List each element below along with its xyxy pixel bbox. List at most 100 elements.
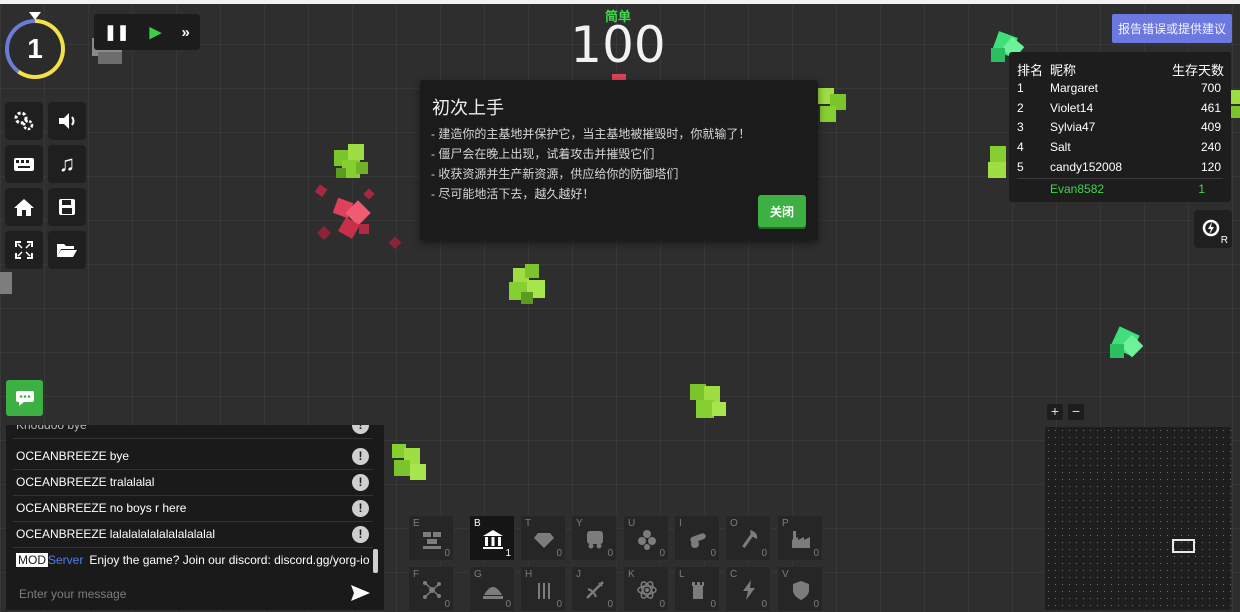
server-message: MOD Server Enjoy the game? Join our discor… [13,548,373,573]
music-note-icon: ♫ [58,151,76,176]
report-message-icon[interactable]: ! [352,448,369,465]
send-icon[interactable] [349,582,371,604]
report-message-icon[interactable]: ! [352,500,369,517]
days-survived: 120 [1200,160,1221,174]
tower-icon [692,582,704,599]
building-slot[interactable]: Y 0 [571,515,617,561]
tree-resource[interactable] [1230,84,1240,124]
atom-icon [637,581,657,599]
minimap[interactable] [1045,427,1231,610]
self-name: Evan8582 [1050,182,1105,196]
slot-key: T [525,518,532,529]
player-name: Sylvia47 [1050,120,1096,134]
building-slot[interactable]: T 0 [520,515,566,561]
building-slot[interactable]: F 0 [408,566,454,612]
wall-icon [423,532,441,549]
slot-count: 0 [556,599,562,610]
sound-button[interactable] [48,102,86,140]
building-slot[interactable]: V 0 [777,566,823,612]
load-button[interactable] [48,231,86,269]
chat-text: tralalalal [109,475,155,489]
home-button[interactable] [5,188,43,226]
zoom-in-button[interactable]: + [1047,404,1063,420]
building-slot[interactable]: I 0 [674,515,720,561]
server-name: Server [48,553,84,567]
tree-resource[interactable] [812,84,852,128]
save-button[interactable] [48,188,86,226]
slot-count: 0 [710,548,716,559]
building-slot[interactable]: L 0 [674,566,720,612]
report-bug-button[interactable]: 报告错误或提供建议 [1112,14,1232,43]
spikes-icon [538,583,550,599]
rank: 2 [1017,101,1024,115]
power-toggle-button[interactable]: R [1194,210,1232,248]
building-slot[interactable]: C 0 [725,566,771,612]
tree-resource[interactable] [986,142,1010,184]
minimap-viewport[interactable] [1172,539,1195,553]
building-slot[interactable]: B 1 [469,515,515,561]
tutorial-list: - 建造你的主基地并保护它，当主基地被摧毁时，你就输了！ - 僵尸会在晚上出现，… [431,124,750,204]
green-crystal-resource[interactable] [1104,322,1150,368]
building-slot[interactable]: E 0 [408,515,454,561]
tree-resource[interactable] [686,380,732,426]
pause-icon[interactable]: ❚❚ [104,23,129,41]
building-slot[interactable]: G 0 [469,566,515,612]
slot-count: 0 [813,599,819,610]
close-button[interactable]: 关闭 [758,195,806,227]
slot-key: O [730,518,738,529]
name-header: 昵称 [1050,63,1077,78]
building-slot[interactable]: P 0 [777,515,823,561]
chat-text: lalalalalalalalalalalal [109,527,216,541]
tree-resource[interactable] [388,440,432,486]
chat-message: Khoudoo bye ! [13,425,373,439]
dome-icon [483,587,503,599]
leaderboard-divider [1017,178,1223,179]
player-name: Salt [1050,140,1071,154]
slot-key: I [679,518,682,529]
chat-scrollbar[interactable] [373,549,378,573]
report-message-icon[interactable]: ! [352,425,369,434]
player-name: candy152008 [1050,160,1123,174]
slot-key: L [679,569,685,580]
rock-resource[interactable] [0,266,14,300]
tutorial-line: - 收获资源并生产新资源，供应给你的防御塔们 [431,167,679,181]
tutorial-title: 初次上手 [432,98,504,118]
music-button[interactable]: ♫ [48,145,86,183]
building-slot[interactable]: O 0 [725,515,771,561]
building-slot[interactable]: H 0 [520,566,566,612]
rank: 1 [1017,81,1024,95]
tutorial-dialog: 初次上手 - 建造你的主基地并保护它，当主基地被摧毁时，你就输了！ - 僵尸会在… [420,80,818,240]
leaderboard-row: 5 candy152008 120 [1009,160,1231,179]
building-slot[interactable]: J 0 [571,566,617,612]
slot-key: G [474,569,482,580]
building-slot[interactable]: U 0 [623,515,669,561]
red-crystal-resource[interactable] [315,180,405,250]
chat-input[interactable]: Enter your message [13,580,379,608]
leaderboard-self-row: Evan8582 1 [1009,182,1231,201]
chat-author: OCEANBREEZE [16,527,107,541]
keybindings-button[interactable] [5,145,43,183]
tree-resource[interactable] [505,262,551,306]
zoom-out-button[interactable]: − [1068,404,1084,420]
fast-forward-icon[interactable]: » [181,24,189,41]
base-icon [483,530,503,549]
chat-message: OCEANBREEZE tralalalal ! [13,470,373,496]
speaker-icon [59,113,75,129]
home-icon [14,199,34,216]
report-message-icon[interactable]: ! [352,474,369,491]
settings-button[interactable] [5,102,43,140]
chat-toggle-button[interactable] [6,380,43,416]
building-slot[interactable]: K 0 [623,566,669,612]
leaderboard: 排名 昵称 生存天数 1 Margaret 700 2 Violet14 461… [1009,52,1231,202]
play-icon[interactable]: ▶ [150,23,162,41]
slot-key: E [413,518,420,529]
leaderboard-header: 排名 昵称 生存天数 [1009,60,1231,79]
slot-count: 0 [659,599,665,610]
slot-count: 0 [813,548,819,559]
day-number: 1 [27,33,43,64]
shield-icon [793,581,809,600]
slot-key: Y [576,518,583,529]
fullscreen-button[interactable] [5,231,43,269]
report-message-icon[interactable]: ! [352,526,369,543]
leaderboard-row: 2 Violet14 461 [1009,101,1231,120]
